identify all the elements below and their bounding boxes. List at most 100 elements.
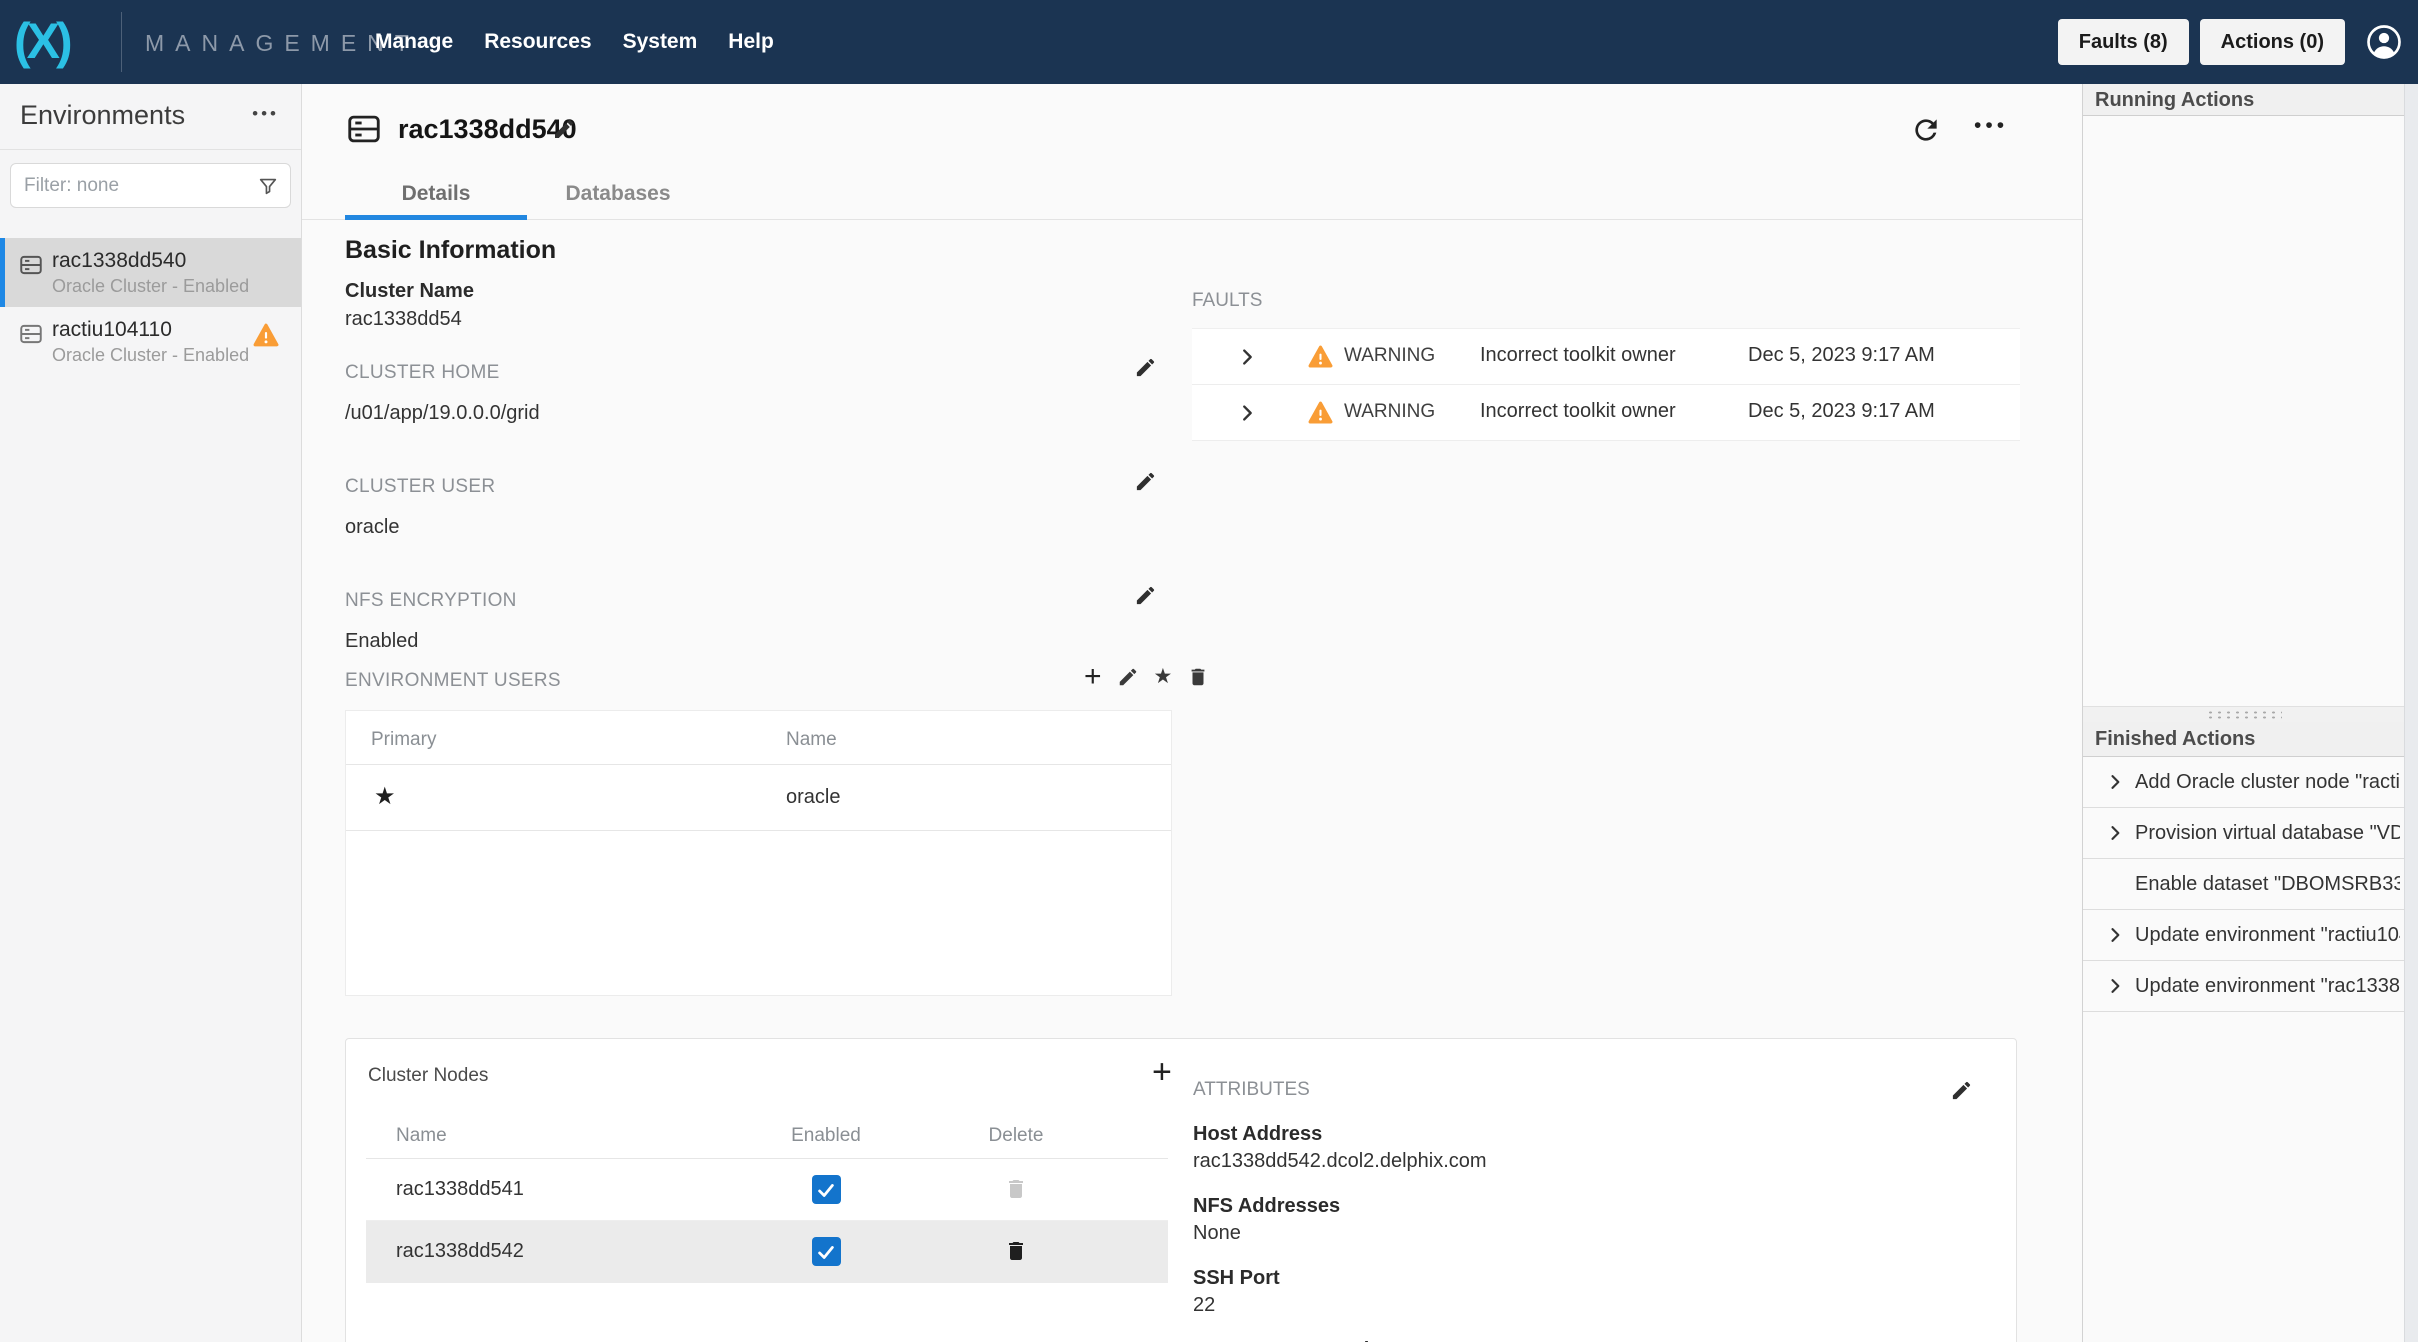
fault-severity: WARNING (1344, 345, 1435, 367)
environment-users-table: Primary Name ★ oracle (345, 710, 1172, 996)
filter-box (10, 163, 291, 208)
enabled-checkbox[interactable] (812, 1237, 841, 1266)
expand-chevron-icon[interactable] (2105, 823, 2125, 843)
nodes-col-name: Name (396, 1125, 447, 1147)
sidebar-title: Environments (20, 100, 185, 131)
edit-user-pencil-icon[interactable] (1117, 666, 1139, 688)
main-content: rac1338dd540 ••• Details Databases Basic… (302, 84, 2082, 1342)
environment-subtitle: Oracle Cluster - Enabled (52, 276, 301, 297)
node-name: rac1338dd541 (396, 1178, 524, 1201)
attribute-field: NFS Addresses None (1193, 1195, 1983, 1245)
expand-chevron-icon[interactable] (2105, 772, 2125, 792)
fault-row[interactable]: WARNING Incorrect toolkit owner Dec 5, 2… (1192, 329, 2020, 385)
nav-item-resources[interactable]: Resources (484, 30, 591, 54)
cluster-name-value: rac1338dd54 (345, 308, 462, 331)
sidebar-item-ractiu104110[interactable]: ractiu104110 Oracle Cluster - Enabled (0, 307, 301, 376)
nodes-table-header: Name Enabled Delete (366, 1113, 1168, 1159)
fault-severity: WARNING (1344, 401, 1435, 423)
edit-title-pencil-icon[interactable] (552, 117, 576, 141)
tab-details[interactable]: Details (345, 172, 527, 220)
delete-user-trash-icon[interactable] (1187, 666, 1209, 688)
edit-attributes-pencil-icon[interactable] (1950, 1079, 1973, 1102)
nav-item-help[interactable]: Help (728, 30, 774, 54)
environment-name: rac1338dd540 (52, 249, 301, 273)
user-name: oracle (786, 786, 840, 809)
tabs-row: Details Databases (302, 172, 2082, 220)
environment-users-actions: + ★ (1084, 664, 1209, 689)
faults-list: WARNING Incorrect toolkit owner Dec 5, 2… (1192, 328, 2020, 441)
expand-chevron-icon[interactable] (2105, 976, 2125, 996)
navbar-menu: Manage Resources System Help (375, 0, 774, 84)
set-primary-star-icon[interactable]: ★ (1154, 664, 1173, 689)
expand-chevron-icon[interactable] (2105, 925, 2125, 945)
attributes-label: ATTRIBUTES (1193, 1079, 1983, 1101)
cluster-home-value: /u01/app/19.0.0.0/grid (345, 402, 540, 425)
actions-button[interactable]: Actions (0) (2200, 19, 2345, 65)
finished-actions-list: Add Oracle cluster node "ractiu104... Pr… (2083, 757, 2404, 1012)
refresh-icon[interactable] (1910, 114, 1942, 146)
user-avatar-icon[interactable] (2364, 22, 2404, 62)
nfs-encryption-label: NFS ENCRYPTION (345, 590, 517, 612)
edit-cluster-home-pencil-icon[interactable] (1134, 356, 1157, 379)
more-options-icon[interactable]: ••• (1974, 114, 2008, 138)
panel-resize-bar[interactable] (2083, 706, 2404, 722)
table-row[interactable]: ★ oracle (346, 765, 1171, 831)
add-user-plus-icon[interactable]: + (1084, 665, 1102, 689)
list-item[interactable]: Enable dataset "DBOMSRB331B3". (2083, 859, 2404, 910)
delphix-logo-icon: (X) (14, 12, 69, 70)
list-item[interactable]: Provision virtual database "VDBO_... (2083, 808, 2404, 859)
fault-date: Dec 5, 2023 9:17 AM (1748, 344, 1935, 367)
running-actions-header: Running Actions (2083, 84, 2404, 116)
list-item[interactable]: Add Oracle cluster node "ractiu104... (2083, 757, 2404, 808)
navbar-divider (121, 12, 122, 72)
nav-item-manage[interactable]: Manage (375, 30, 453, 54)
users-table-header: Primary Name (346, 711, 1171, 765)
environment-subtitle: Oracle Cluster - Enabled (52, 345, 301, 366)
attribute-field: Host Address rac1338dd542.dcol2.delphix.… (1193, 1123, 1983, 1173)
faults-button[interactable]: Faults (8) (2058, 19, 2189, 65)
running-actions-empty (2083, 116, 2404, 706)
fault-title: Incorrect toolkit owner (1480, 344, 1676, 367)
nodes-col-delete: Delete (956, 1125, 1076, 1147)
cluster-nodes-table: Name Enabled Delete rac1338dd541 rac1338… (366, 1113, 1168, 1283)
attribute-value: 22 (1193, 1294, 1983, 1317)
finished-actions-header: Finished Actions (2083, 722, 2404, 757)
filter-funnel-icon[interactable] (257, 175, 279, 197)
nav-item-system[interactable]: System (623, 30, 698, 54)
basic-information-heading: Basic Information (345, 236, 556, 265)
fault-row[interactable]: WARNING Incorrect toolkit owner Dec 5, 2… (1192, 385, 2020, 441)
environment-title-icon (345, 110, 383, 148)
delete-node-trash-icon[interactable] (1004, 1239, 1028, 1263)
check-icon (815, 1241, 837, 1263)
top-navbar: (X) MANAGEMENT Manage Resources System H… (0, 0, 2418, 84)
drag-grip-icon[interactable] (2206, 710, 2282, 720)
fault-title: Incorrect toolkit owner (1480, 400, 1676, 423)
table-row[interactable]: rac1338dd542 (366, 1221, 1168, 1283)
users-col-primary: Primary (371, 729, 436, 751)
filter-input[interactable] (11, 164, 290, 207)
edit-cluster-user-pencil-icon[interactable] (1134, 470, 1157, 493)
list-item[interactable]: Update environment "ractiu104110". (2083, 910, 2404, 961)
sidebar-item-rac1338dd540[interactable]: rac1338dd540 Oracle Cluster - Enabled (0, 238, 301, 307)
nodes-col-enabled: Enabled (766, 1125, 886, 1147)
environment-item-text: rac1338dd540 Oracle Cluster - Enabled (52, 249, 301, 297)
list-item[interactable]: Update environment "rac1338dd54... (2083, 961, 2404, 1012)
table-row[interactable]: rac1338dd541 (366, 1159, 1168, 1221)
expand-chevron-icon[interactable] (1236, 346, 1258, 368)
attribute-value: rac1338dd542.dcol2.delphix.com (1193, 1150, 1983, 1173)
check-icon (815, 1179, 837, 1201)
warning-icon (1308, 400, 1333, 425)
enabled-checkbox[interactable] (812, 1175, 841, 1204)
delete-node-trash-icon (1004, 1177, 1028, 1201)
actions-panel: Running Actions Finished Actions Add Ora… (2082, 84, 2404, 1342)
sidebar-menu-icon[interactable]: ••• (252, 104, 279, 124)
edit-nfs-encryption-pencil-icon[interactable] (1134, 584, 1157, 607)
tab-databases[interactable]: Databases (527, 172, 709, 220)
node-name: rac1338dd542 (396, 1240, 524, 1263)
warning-icon (1308, 344, 1333, 369)
action-label: Update environment "ractiu104110". (2135, 924, 2400, 947)
scrollbar[interactable] (2404, 84, 2418, 1342)
expand-chevron-icon[interactable] (1236, 402, 1258, 424)
attribute-value: None (1193, 1222, 1983, 1245)
add-node-plus-icon[interactable]: + (1152, 1053, 1172, 1092)
